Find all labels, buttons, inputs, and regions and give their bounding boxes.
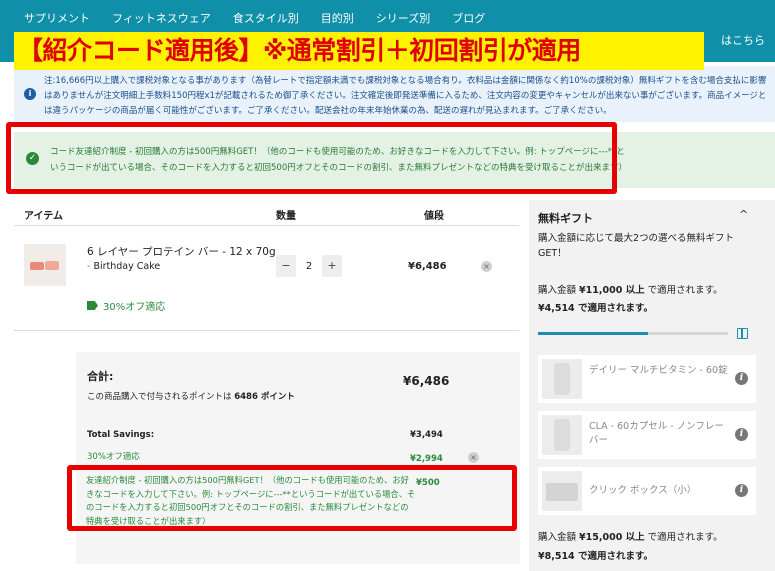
quantity-stepper: − 2 + — [276, 254, 342, 278]
info-icon[interactable]: i — [735, 484, 748, 497]
free-gift-title: 無料ギフト — [538, 212, 593, 225]
savings-label: Total Savings: — [87, 430, 155, 440]
nav-item-supplements[interactable]: サプリメント — [24, 10, 90, 26]
item-divider — [14, 330, 519, 331]
col-header-item: アイテム — [24, 211, 63, 222]
nav-item-series[interactable]: シリーズ別 — [376, 10, 430, 26]
item-discount: 30%オフ適応 — [87, 298, 165, 313]
annotation-banner: 【紹介コード適用後】※通常割引＋初回割引が適用 — [14, 32, 704, 70]
tag-icon — [87, 301, 98, 310]
info-icon: i — [24, 88, 36, 100]
product-name[interactable]: 6 レイヤー プロテイン バー - 12 x 70g — [87, 244, 276, 259]
col-header-price: 値段 — [424, 211, 444, 222]
nav-items: サプリメント フィットネスウェア 食スタイル別 目的別 シリーズ別 ブログ — [24, 10, 507, 26]
gift-icon — [737, 328, 748, 339]
nav-item-blog[interactable]: ブログ — [452, 10, 485, 26]
gift-option-click-box[interactable]: クリック ボックス（小） i — [538, 467, 756, 515]
info-icon[interactable]: i — [735, 428, 748, 441]
totals-panel — [76, 352, 520, 564]
qty-value[interactable]: 2 — [296, 261, 322, 272]
tier2-threshold: 購入金額 ¥15,000 以上 で適用されます。 — [538, 532, 723, 543]
qty-minus-button[interactable]: − — [276, 255, 296, 277]
nav-item-fitnesswear[interactable]: フィットネスウェア — [112, 10, 211, 26]
total-value: ¥6,486 — [403, 374, 450, 388]
gift-image-cla — [542, 415, 582, 455]
info-icon[interactable]: i — [735, 372, 748, 385]
col-header-qty: 数量 — [276, 211, 296, 222]
discount-label: 30%オフ適応 — [87, 452, 140, 462]
gift-progress-bar — [538, 332, 728, 335]
gift-name: CLA - 60カプセル - ノンフレーバー — [589, 421, 724, 446]
gift-image-click-box — [542, 471, 582, 511]
qty-plus-button[interactable]: + — [322, 255, 342, 277]
item-price: ¥6,486 — [408, 261, 447, 272]
info-notice: i 注:16,666円以上購入で課税対象となる事があります（為替レートで指定額未… — [14, 66, 775, 122]
chevron-up-icon[interactable]: ^ — [739, 208, 748, 221]
gift-image-multivitamin — [542, 359, 582, 399]
tier1-remaining: ¥4,514 で適用されます。 — [538, 303, 654, 314]
remove-discount-icon[interactable]: × — [468, 452, 479, 463]
free-gift-intro: 購入金額に応じて最大2つの選べる無料ギフトGET！ — [538, 233, 735, 259]
annotation-red-box-bottom — [67, 465, 517, 531]
nav-item-diet-style[interactable]: 食スタイル別 — [233, 10, 299, 26]
nav-item-goal[interactable]: 目的別 — [321, 10, 354, 26]
gift-option-cla[interactable]: CLA - 60カプセル - ノンフレーバー i — [538, 411, 756, 459]
item-discount-label: 30%オフ適応 — [103, 302, 166, 313]
info-notice-text: 注:16,666円以上購入で課税対象となる事があります（為替レートで指定額未満で… — [44, 76, 767, 116]
product-flavor: - Birthday Cake — [87, 261, 161, 272]
discount-value: ¥2,994 — [410, 454, 443, 464]
remove-item-icon[interactable]: × — [481, 261, 492, 272]
tier1-threshold: 購入金額 ¥11,000 以上 で適用されます。 — [538, 285, 723, 296]
gift-name: クリック ボックス（小） — [589, 485, 697, 496]
tier2-remaining: ¥8,514 で適用されます。 — [538, 551, 654, 562]
annotation-red-box-top — [6, 122, 617, 194]
points-text: この商品購入で付与されるポイントは 6486 ポイント — [87, 392, 295, 402]
total-label: 合計: — [87, 370, 114, 383]
savings-value: ¥3,494 — [410, 430, 443, 440]
product-thumbnail[interactable] — [24, 244, 66, 286]
nav-right-link[interactable]: はこちら — [721, 32, 765, 48]
gift-name: デイリー マルチビタミン - 60錠 — [589, 365, 728, 376]
gift-option-multivitamin[interactable]: デイリー マルチビタミン - 60錠 i — [538, 355, 756, 403]
header-divider — [14, 225, 519, 226]
